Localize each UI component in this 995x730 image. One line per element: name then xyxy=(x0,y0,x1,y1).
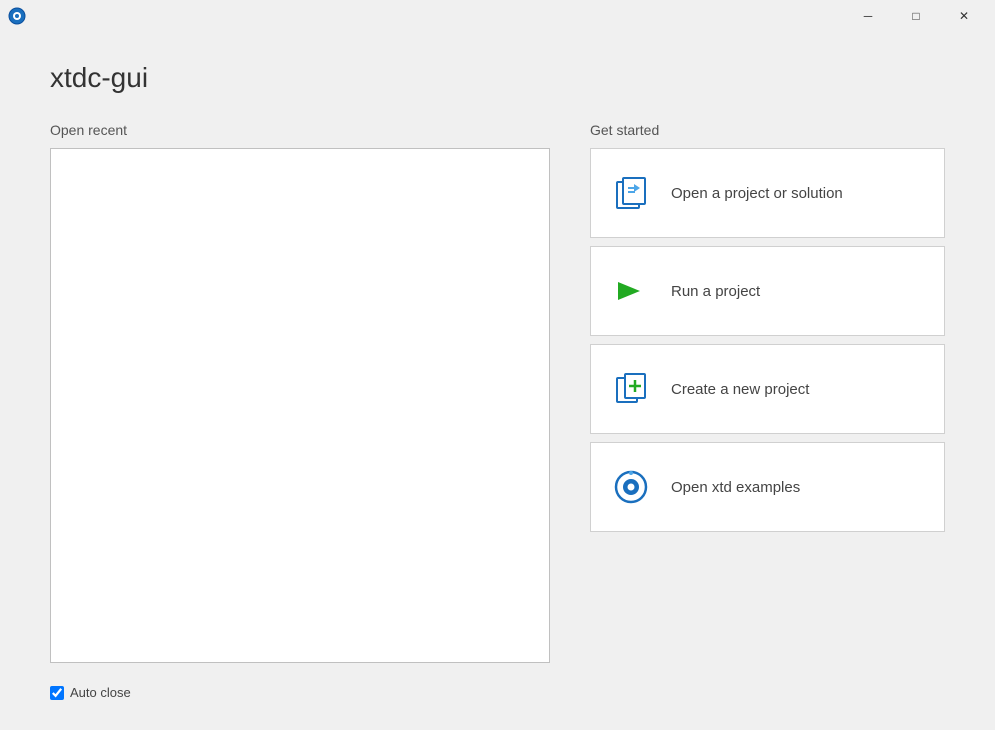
recent-list xyxy=(50,148,550,663)
app-icon xyxy=(8,7,26,25)
auto-close-wrapper[interactable]: Auto close xyxy=(50,685,131,700)
create-project-label: Create a new project xyxy=(671,381,809,398)
right-panel: Get started xyxy=(590,122,945,663)
open-project-card[interactable]: Open a project or solution xyxy=(590,148,945,238)
run-project-label: Run a project xyxy=(671,283,760,300)
app-title: xtdc-gui xyxy=(50,62,945,94)
content-area: Open recent Get started xyxy=(50,122,945,663)
open-examples-card[interactable]: Open xtd examples xyxy=(590,442,945,532)
maximize-button[interactable]: □ xyxy=(893,0,939,32)
run-project-card[interactable]: Run a project xyxy=(590,246,945,336)
left-panel: Open recent xyxy=(50,122,550,663)
open-examples-label: Open xtd examples xyxy=(671,479,800,496)
run-project-icon xyxy=(609,269,653,313)
minimize-button[interactable]: ─ xyxy=(845,0,891,32)
title-bar-controls: ─ □ ✕ xyxy=(845,0,987,32)
title-bar: ─ □ ✕ xyxy=(0,0,995,32)
open-project-icon xyxy=(609,171,653,215)
action-cards: Open a project or solution Run a project xyxy=(590,148,945,532)
close-button[interactable]: ✕ xyxy=(941,0,987,32)
main-content: xtdc-gui Open recent Get started xyxy=(0,32,995,730)
open-examples-icon xyxy=(609,465,653,509)
footer: Auto close xyxy=(50,671,945,700)
get-started-label: Get started xyxy=(590,122,945,138)
open-recent-label: Open recent xyxy=(50,122,550,138)
open-project-label: Open a project or solution xyxy=(671,185,843,202)
create-project-icon xyxy=(609,367,653,411)
auto-close-label: Auto close xyxy=(70,685,131,700)
auto-close-checkbox[interactable] xyxy=(50,686,64,700)
title-bar-left xyxy=(8,7,26,25)
create-project-card[interactable]: Create a new project xyxy=(590,344,945,434)
